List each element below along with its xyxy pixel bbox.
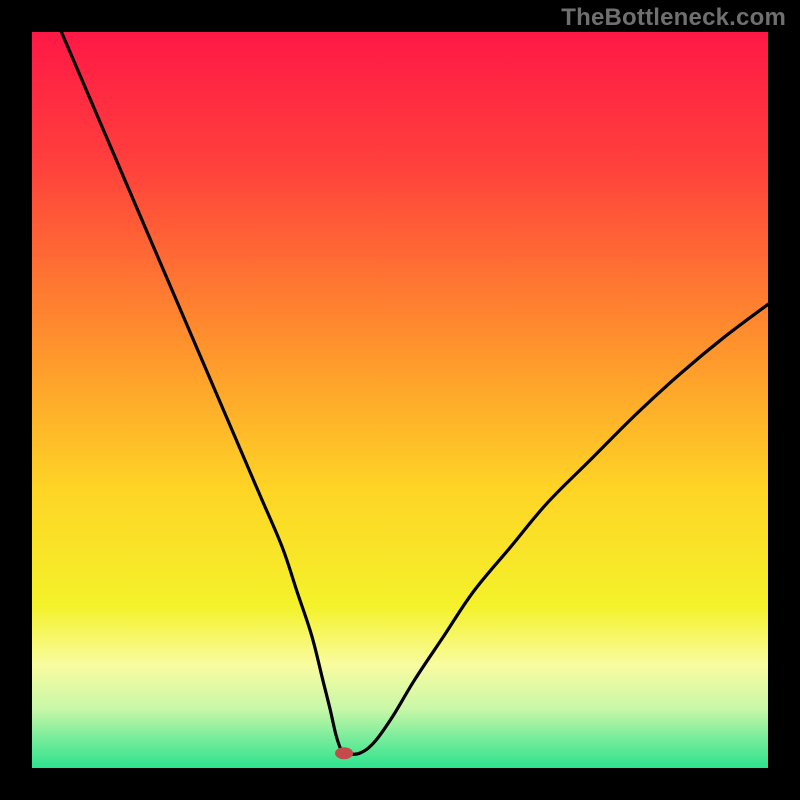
bottleneck-chart [32, 32, 768, 768]
chart-background [32, 32, 768, 768]
minimum-marker [335, 747, 353, 759]
watermark-label: TheBottleneck.com [561, 4, 786, 32]
plot-area [32, 32, 768, 768]
chart-frame: TheBottleneck.com [0, 0, 800, 800]
